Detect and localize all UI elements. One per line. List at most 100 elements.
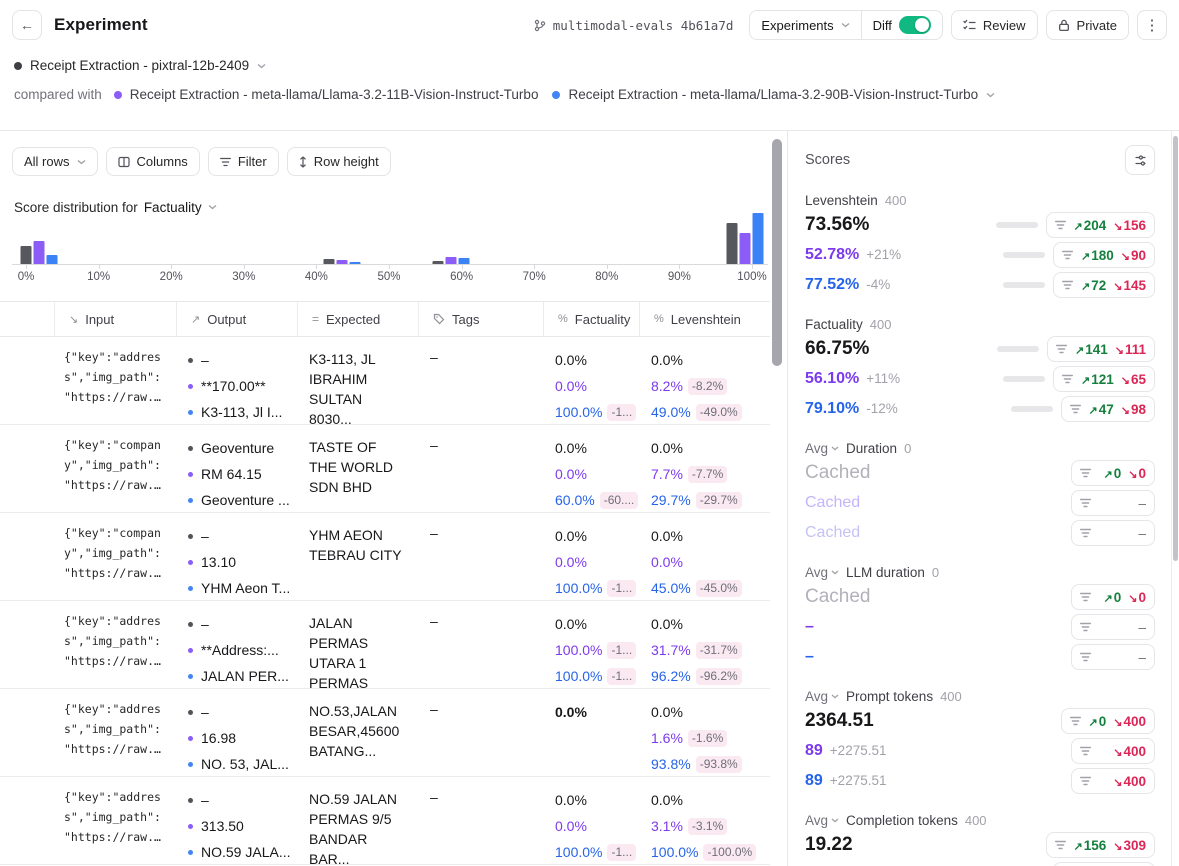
experiments-dropdown[interactable]: Experiments	[750, 11, 860, 39]
score-value: 79.10%	[805, 400, 860, 417]
improvements-regressions-badge[interactable]: ↘400	[1071, 768, 1155, 794]
experiment-dot	[188, 357, 193, 363]
score-value-line: 0.0%	[555, 461, 629, 487]
improvements-regressions-badge[interactable]: ↗72 ↘145	[1053, 272, 1155, 298]
improvements-regressions-badge[interactable]: ↗47 ↘98	[1060, 396, 1155, 422]
cell-output: Geoventure RM 64.15 Geoventure ...	[176, 425, 297, 512]
tags-value: –	[430, 613, 438, 629]
improvements-regressions-badge[interactable]: ↗141 ↘111	[1046, 336, 1155, 362]
columns-icon	[117, 156, 130, 168]
row-gutter	[0, 337, 54, 424]
output-item: –	[188, 611, 287, 637]
histogram-bar[interactable]	[739, 233, 751, 264]
output-item: –	[188, 523, 287, 549]
improvements-regressions-badge[interactable]: ↗0 ↘400	[1060, 708, 1155, 734]
table-row[interactable]: {"key":"addres s","img_path": "https://raw…	[0, 777, 770, 865]
improvements-regressions-badge[interactable]: ↗94↘270	[1053, 862, 1155, 866]
table-row[interactable]: {"key":"compan y","img_path": "https://raw…	[0, 513, 770, 601]
chevron-down-icon	[77, 159, 86, 165]
column-header-input[interactable]: ↘ Input	[54, 302, 176, 336]
improvements-regressions-badge[interactable]: –	[1071, 614, 1155, 640]
column-header-expected[interactable]: = Expected	[297, 302, 418, 336]
table-scrollbar-thumb[interactable]	[772, 139, 782, 366]
score-row-meta: ↗94↘270	[1053, 862, 1155, 866]
cell-tags: –	[418, 425, 543, 512]
output-text: 16.98	[201, 730, 237, 746]
score-value-line: 0.0%	[555, 611, 629, 637]
regression-chip: -1...	[607, 843, 637, 861]
scores-panel: Scores Levenshtein 400 73.56% ↗204 ↘156 52.78…	[787, 131, 1171, 866]
levenshtein-value: 0.0%	[651, 528, 683, 544]
table-row[interactable]: {"key":"addres s","img_path": "https://raw…	[0, 601, 770, 689]
aggregation-dropdown[interactable]: Avg	[805, 813, 839, 828]
scores-scrollbar-thumb[interactable]	[1173, 136, 1178, 561]
improvements-regressions-badge[interactable]: ↗204 ↘156	[1045, 212, 1155, 238]
table-row[interactable]: {"key":"addres s","img_path": "https://raw…	[0, 337, 770, 425]
histogram-bar[interactable]	[33, 241, 45, 264]
factuality-value: 0.0%	[555, 352, 587, 368]
histogram-bar[interactable]	[726, 223, 738, 264]
histogram-bar[interactable]	[46, 255, 58, 264]
score-row-values: 66.75%	[805, 338, 869, 360]
table-row[interactable]: {"key":"addres s","img_path": "https://raw…	[0, 689, 770, 777]
filter-icon	[1062, 250, 1073, 260]
regressions-count: ↘309	[1113, 837, 1146, 853]
score-row: – –	[805, 643, 1155, 671]
diff-toggle[interactable]	[898, 16, 931, 34]
levenshtein-value: 7.7%	[651, 466, 683, 482]
filter-button[interactable]: Filter	[207, 147, 279, 176]
factuality-value: 100.0%	[555, 580, 603, 596]
experiment-dot	[188, 797, 193, 803]
comparison-selector[interactable]: compared with Receipt Extraction - meta-…	[0, 77, 1179, 116]
score-row: Cached ↗0 ↘0	[805, 583, 1155, 611]
arrow-up-right-icon: ↗	[1073, 220, 1083, 233]
axis-tick-mark	[389, 265, 390, 269]
score-progress-bar	[1003, 376, 1045, 382]
experiment-dot	[188, 823, 193, 829]
row-height-button[interactable]: Row height	[286, 147, 391, 176]
table-row[interactable]: {"key":"compan y","img_path": "https://raw…	[0, 425, 770, 513]
column-header-tags[interactable]: Tags	[418, 302, 543, 336]
rows-filter-dropdown[interactable]: All rows	[12, 147, 98, 176]
score-distribution-selector[interactable]: Score distribution for Factuality	[14, 200, 770, 215]
badge-numbers: ↗204 ↘156	[1074, 218, 1147, 233]
improvements-regressions-badge[interactable]: ↗121 ↘65	[1053, 366, 1155, 392]
aggregation-dropdown[interactable]: Avg	[805, 565, 839, 580]
output-item: NO.59 JALA...	[188, 839, 290, 864]
more-menu-button[interactable]: ⋮	[1137, 10, 1167, 40]
arrow-down-right-icon: ↘	[69, 313, 79, 326]
private-button[interactable]: Private	[1045, 10, 1129, 40]
column-header-levenshtein[interactable]: % Levenshtein	[639, 302, 770, 336]
aggregation-dropdown[interactable]: Avg	[805, 689, 839, 704]
improvements-regressions-badge[interactable]: ↗0 ↘0	[1071, 460, 1155, 486]
score-value-line: 29.7% -29.7%	[651, 487, 760, 512]
columns-button[interactable]: Columns	[105, 147, 200, 176]
arrow-down-right-icon: ↘	[1113, 280, 1123, 293]
improvements-regressions-badge[interactable]: –	[1071, 490, 1155, 516]
histogram-bar[interactable]	[752, 213, 764, 264]
scores-settings-button[interactable]	[1125, 145, 1155, 175]
column-header-output[interactable]: ↗ Output	[176, 302, 297, 336]
aggregation-dropdown[interactable]: Avg	[805, 441, 839, 456]
back-button[interactable]: ←	[12, 10, 42, 40]
experiment-selector[interactable]: Receipt Extraction - pixtral-12b-2409	[0, 50, 1179, 77]
improvements-regressions-badge[interactable]: ↘400	[1071, 738, 1155, 764]
improvements-regressions-badge[interactable]: ↗0 ↘0	[1071, 584, 1155, 610]
improvements-regressions-badge[interactable]: ↗156 ↘309	[1045, 832, 1155, 858]
filter-icon	[1080, 592, 1091, 602]
improvements-regressions-badge[interactable]: ↗180 ↘90	[1053, 242, 1155, 268]
score-diff: +11%	[866, 371, 901, 386]
output-item: 16.98	[188, 725, 287, 751]
improvements-regressions-badge[interactable]: –	[1071, 520, 1155, 546]
filter-icon	[1080, 776, 1091, 786]
histogram-bar[interactable]	[445, 257, 457, 264]
improvements-count: ↗204	[1073, 217, 1107, 233]
levenshtein-value: 0.0%	[651, 792, 683, 808]
histogram-bar[interactable]	[20, 246, 32, 264]
column-header-factuality[interactable]: % Factuality	[543, 302, 639, 336]
arrow-down-right-icon: ↘	[1113, 840, 1123, 853]
improvements-regressions-badge[interactable]: –	[1071, 644, 1155, 670]
score-row-values: 2364.51	[805, 710, 874, 732]
review-button[interactable]: Review	[950, 10, 1038, 40]
score-value-line: 0.0%	[651, 611, 760, 637]
